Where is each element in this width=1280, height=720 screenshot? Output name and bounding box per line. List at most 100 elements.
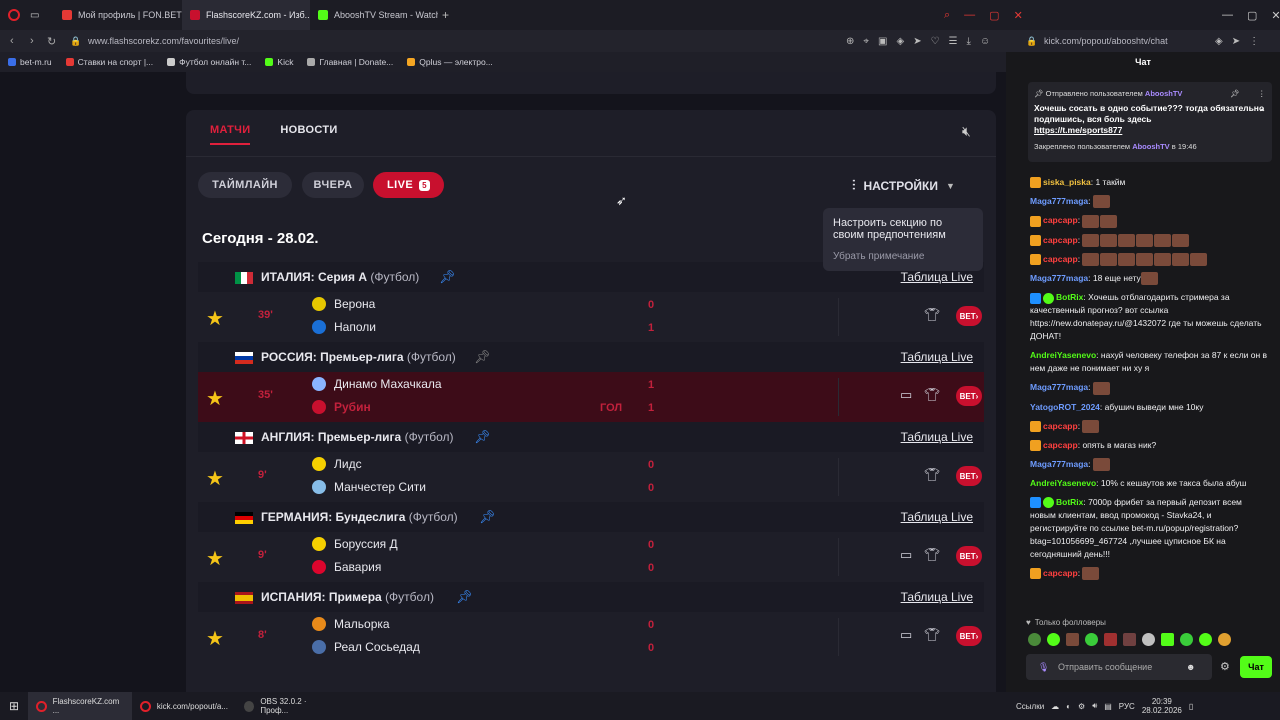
pinned-user[interactable]: AbooshTV	[1145, 89, 1183, 98]
taskbar-item-obs[interactable]: OBS 32.0.2 · Проф...	[236, 692, 340, 720]
snapshot-icon[interactable]: ⌖	[863, 36, 869, 47]
unpin-icon[interactable]: 📌︎	[1230, 88, 1240, 99]
tab-fonbet[interactable]: Мой профиль | FON.BET	[54, 0, 182, 30]
workspaces-icon[interactable]: ▭	[30, 10, 39, 21]
bet-button[interactable]: BET ›	[956, 546, 982, 566]
bookmark-qplus[interactable]: Qplus — электро...	[407, 57, 493, 67]
url-field[interactable]: www.flashscorekz.com/favourites/live/	[88, 36, 239, 46]
heart-icon[interactable]: ♡	[931, 36, 940, 47]
mute-icon[interactable]: 🔇︎	[962, 123, 971, 140]
zoom-icon[interactable]: ⊕	[846, 36, 854, 47]
match-row[interactable]: ★ 9' Лидс Манчестер Сити 0 0 👕︎ BET ›	[198, 452, 984, 502]
emote-icon[interactable]	[1085, 633, 1098, 646]
match-row[interactable]: ★ 8' Мальорка Реал Сосьедад 0 0 ▭ 👕︎ BET ›	[198, 612, 984, 662]
emote-icon[interactable]	[1047, 633, 1060, 646]
tv-icon[interactable]: ▭	[900, 547, 912, 563]
favorite-star-icon[interactable]: ★	[206, 466, 224, 491]
emote-icon[interactable]	[1104, 633, 1117, 646]
maximize-icon[interactable]: ▢	[1247, 9, 1257, 22]
emote-icon[interactable]	[1142, 633, 1155, 646]
chat-username[interactable]: siska_piska	[1043, 177, 1091, 187]
chat-username[interactable]: сарсарр	[1043, 440, 1078, 450]
profile-icon[interactable]: ☺	[980, 36, 990, 47]
chat-username[interactable]: BotRix	[1056, 497, 1083, 507]
favorite-star-icon[interactable]: ★	[206, 546, 224, 571]
volume-icon[interactable]: 🔊︎	[1092, 701, 1097, 711]
chat-username[interactable]: Maga777maga	[1030, 382, 1088, 392]
tab-kick[interactable]: AbooshTV Stream - Watch	[310, 0, 438, 30]
pin-league-icon[interactable]: 📌︎	[456, 589, 473, 605]
chat-username[interactable]: сарсарр	[1043, 215, 1078, 225]
pinned-by-user[interactable]: AbooshTV	[1132, 142, 1170, 151]
pin-league-icon[interactable]: 📌︎	[474, 429, 491, 445]
league-header-en[interactable]: АНГЛИЯ: Премьер-лига (Футбол) 📌︎ Таблица L…	[198, 422, 984, 452]
tooltip-dismiss-link[interactable]: Убрать примечание	[833, 251, 973, 263]
tray-icon[interactable]: ☁	[1051, 702, 1059, 711]
bookmark-kick[interactable]: Kick	[265, 57, 293, 67]
tray-icon[interactable]: ⚙	[1078, 702, 1085, 711]
match-row[interactable]: ★ 9' Боруссия Д Бавария 0 0 ▭ 👕︎ BET ›	[198, 532, 984, 582]
tv-icon[interactable]: ▭	[900, 627, 912, 643]
notifications-icon[interactable]: ▯	[1189, 702, 1193, 711]
bookmark-bet-m[interactable]: bet-m.ru	[8, 57, 52, 67]
chat-username[interactable]: сарсарр	[1043, 568, 1078, 578]
lineup-shirt-icon[interactable]: 👕︎	[924, 627, 941, 643]
tray-icon[interactable]: ◐	[1066, 702, 1071, 711]
pin-league-icon[interactable]: 📌︎	[474, 349, 491, 365]
minimize-icon[interactable]: —	[964, 9, 975, 21]
settings-button[interactable]: ⫶ НАСТРОЙКИ ▼	[852, 177, 955, 194]
chat-username[interactable]: Maga777maga	[1030, 196, 1088, 206]
table-live-link[interactable]: Таблица Live	[901, 590, 973, 604]
opera-icon[interactable]	[8, 9, 20, 21]
emote-icon[interactable]	[1161, 633, 1174, 646]
bookmark-fonbet[interactable]: Ставки на спорт |...	[65, 57, 153, 67]
emote-icon[interactable]	[1218, 633, 1231, 646]
send-icon[interactable]: ➤	[1232, 36, 1240, 47]
shield-icon[interactable]: ◈	[1215, 36, 1223, 47]
network-icon[interactable]: ▤	[1104, 702, 1112, 711]
bet-button[interactable]: BET ›	[956, 626, 982, 646]
chat-username[interactable]: BotRix	[1056, 292, 1083, 302]
chat-send-button[interactable]: Чат	[1240, 656, 1272, 678]
chat-username[interactable]: AndreiYasenevo	[1030, 478, 1096, 488]
match-row[interactable]: ★ 39' Верона Наполи 0 1 👕︎ BET ›	[198, 292, 984, 342]
bet-button[interactable]: BET ›	[956, 466, 982, 486]
emote-icon[interactable]	[1123, 633, 1136, 646]
pinned-link[interactable]: https://t.me/sports877	[1034, 125, 1266, 136]
pip-icon[interactable]: ▣	[878, 36, 887, 47]
chat-username[interactable]: Maga777maga	[1030, 273, 1088, 283]
chat-settings-icon[interactable]: ⚙	[1220, 660, 1230, 673]
menu-icon[interactable]: ☰	[949, 36, 958, 47]
maximize-icon[interactable]: ▢	[989, 9, 999, 22]
league-header-ru[interactable]: РОССИЯ: Премьер-лига (Футбол) 📌︎ Таблица L…	[198, 342, 984, 372]
shield-icon[interactable]: ◈	[896, 36, 904, 47]
league-header-es[interactable]: ИСПАНИЯ: Примера (Футбол) 📌︎ Таблица Live	[198, 582, 984, 612]
tv-icon[interactable]: ▭	[900, 387, 912, 403]
table-live-link[interactable]: Таблица Live	[901, 350, 973, 364]
links-label[interactable]: Ссылки	[1016, 702, 1044, 711]
filter-live[interactable]: LIVE 5	[373, 172, 444, 198]
emoji-icon[interactable]: ☻	[1186, 662, 1195, 672]
favorite-star-icon[interactable]: ★	[206, 626, 224, 651]
match-row[interactable]: ★ 35' Динамо Махачкала Рубин ГОЛ 1 1 ▭ 👕︎ BET ›	[198, 372, 984, 422]
lineup-shirt-icon[interactable]: 👕︎	[924, 307, 941, 323]
emote-icon[interactable]	[1199, 633, 1212, 646]
send-icon[interactable]: ➤	[913, 36, 921, 47]
close-icon[interactable]: ✕	[1271, 9, 1280, 22]
chat-username[interactable]: сарсарр	[1043, 235, 1078, 245]
chat-username[interactable]: сарсарр	[1043, 254, 1078, 264]
chat-username[interactable]: AndreiYasenevo	[1030, 350, 1096, 360]
bet-button[interactable]: BET ›	[956, 306, 982, 326]
microphone-icon[interactable]: 🎙︎	[1038, 662, 1049, 673]
favorite-star-icon[interactable]: ★	[206, 306, 224, 331]
tab-flashscore[interactable]: FlashscoreKZ.com - Изб...	[182, 0, 310, 30]
bookmark-football[interactable]: Футбол онлайн т...	[167, 57, 251, 67]
league-header-de[interactable]: ГЕРМАНИЯ: Бундеслига (Футбол) 📌︎ Таблица L…	[198, 502, 984, 532]
filter-timeline[interactable]: ТАЙМЛАЙН	[198, 172, 292, 198]
more-icon[interactable]: ⋮	[1258, 88, 1266, 99]
bet-button[interactable]: BET ›	[956, 386, 982, 406]
tab-matches[interactable]: МАТЧИ	[210, 124, 251, 145]
chat-username[interactable]: сарсарр	[1043, 421, 1078, 431]
chat-input[interactable]: 🎙︎ Отправить сообщение ☻	[1026, 654, 1212, 680]
lineup-shirt-icon[interactable]: 👕︎	[924, 387, 941, 403]
